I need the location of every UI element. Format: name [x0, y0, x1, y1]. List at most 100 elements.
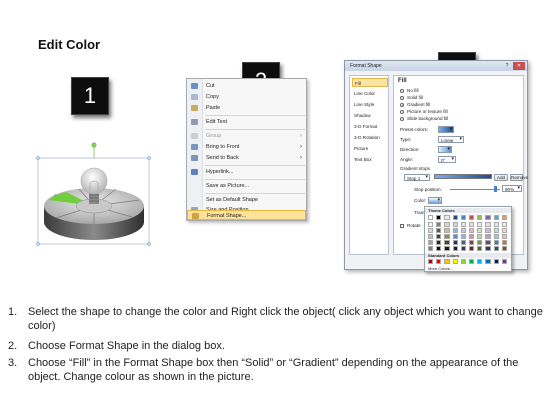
color-swatch[interactable] — [501, 246, 507, 252]
color-swatch[interactable] — [493, 259, 499, 265]
menu-item-group[interactable]: Group › — [187, 131, 306, 141]
color-swatch[interactable] — [436, 246, 442, 252]
color-swatch[interactable] — [501, 234, 507, 240]
stop-position-slider[interactable] — [450, 189, 500, 190]
color-swatch[interactable] — [485, 222, 491, 228]
color-swatch[interactable] — [428, 259, 434, 265]
nav-3d-format[interactable]: 3-D Format — [352, 122, 388, 131]
color-swatch[interactable] — [452, 215, 458, 221]
color-swatch[interactable] — [452, 222, 458, 228]
color-swatch[interactable] — [460, 222, 466, 228]
color-swatch[interactable] — [485, 246, 491, 252]
color-swatch[interactable] — [444, 222, 450, 228]
close-icon[interactable]: ✕ — [513, 62, 525, 70]
nav-3d-rotation[interactable]: 3-D Rotation — [352, 133, 388, 142]
help-icon[interactable]: ? — [503, 62, 511, 70]
color-swatch[interactable] — [460, 246, 466, 252]
type-dropdown[interactable]: Linear — [438, 136, 464, 143]
color-swatch[interactable] — [477, 246, 483, 252]
color-swatch[interactable] — [460, 259, 466, 265]
color-swatch[interactable] — [477, 215, 483, 221]
color-swatch[interactable] — [452, 259, 458, 265]
nav-fill[interactable]: Fill — [352, 78, 388, 87]
color-swatch[interactable] — [436, 222, 442, 228]
color-swatch[interactable] — [460, 228, 466, 234]
radio-slide-background-fill[interactable] — [400, 117, 404, 121]
color-swatch[interactable] — [436, 215, 442, 221]
color-swatch[interactable] — [493, 228, 499, 234]
color-swatch[interactable] — [485, 215, 491, 221]
color-swatch[interactable] — [485, 259, 491, 265]
color-swatch[interactable] — [493, 240, 499, 246]
radio-picture-fill[interactable] — [400, 110, 404, 114]
nav-line-style[interactable]: Line Style — [352, 100, 388, 109]
nav-shadow[interactable]: Shadow — [352, 111, 388, 120]
color-swatch[interactable] — [452, 228, 458, 234]
color-swatch[interactable] — [501, 228, 507, 234]
menu-item-copy[interactable]: Copy — [187, 92, 306, 102]
radio-solid-fill[interactable] — [400, 96, 404, 100]
color-swatch[interactable] — [444, 246, 450, 252]
color-swatch[interactable] — [444, 228, 450, 234]
color-swatch[interactable] — [501, 215, 507, 221]
remove-stop-button[interactable]: Remove — [510, 174, 528, 181]
gradient-stops-bar[interactable] — [434, 174, 492, 179]
radio-no-fill[interactable] — [400, 89, 404, 93]
color-swatch[interactable] — [444, 215, 450, 221]
angle-spinner[interactable]: 0° — [438, 156, 456, 163]
color-swatch[interactable] — [493, 215, 499, 221]
color-swatch[interactable] — [428, 240, 434, 246]
radio-gradient-fill[interactable] — [400, 103, 404, 107]
color-swatch[interactable] — [493, 234, 499, 240]
color-swatch[interactable] — [444, 259, 450, 265]
stop-position-spinner[interactable]: 90% — [502, 185, 522, 192]
color-swatch[interactable] — [428, 246, 434, 252]
color-swatch[interactable] — [436, 240, 442, 246]
color-swatch[interactable] — [469, 259, 475, 265]
stop-dropdown[interactable]: Stop 1 — [404, 174, 430, 181]
color-swatch[interactable] — [477, 222, 483, 228]
menu-item-format-shape[interactable]: Format Shape... — [187, 210, 306, 220]
color-swatch[interactable] — [477, 240, 483, 246]
menu-item-bring-to-front[interactable]: Bring to Front › — [187, 142, 306, 152]
add-stop-button[interactable]: Add — [494, 174, 508, 181]
menu-item-edit-text[interactable]: Edit Text — [187, 117, 306, 127]
menu-item-save-as-picture[interactable]: Save as Picture... — [187, 181, 306, 191]
color-swatch[interactable] — [485, 228, 491, 234]
rotate-checkbox[interactable] — [400, 224, 404, 228]
color-swatch[interactable] — [501, 240, 507, 246]
menu-item-paste[interactable]: Paste — [187, 103, 306, 113]
menu-item-hyperlink[interactable]: Hyperlink... — [187, 167, 306, 177]
color-swatch[interactable] — [477, 228, 483, 234]
nav-picture[interactable]: Picture — [352, 144, 388, 153]
color-swatch[interactable] — [501, 222, 507, 228]
stop-position-thumb[interactable] — [494, 186, 497, 192]
color-swatch[interactable] — [501, 259, 507, 265]
color-swatch[interactable] — [469, 222, 475, 228]
color-swatch[interactable] — [493, 246, 499, 252]
preset-colors-dropdown[interactable] — [438, 126, 454, 133]
color-swatch[interactable] — [477, 234, 483, 240]
more-colors-link[interactable]: More Colors... — [428, 266, 453, 271]
color-swatch[interactable] — [452, 234, 458, 240]
color-swatch[interactable] — [460, 240, 466, 246]
color-swatch[interactable] — [436, 228, 442, 234]
color-swatch[interactable] — [485, 240, 491, 246]
direction-dropdown[interactable] — [438, 146, 452, 153]
menu-item-set-as-default-shape[interactable]: Set as Default Shape — [187, 195, 306, 205]
color-swatch[interactable] — [444, 240, 450, 246]
nav-text-box[interactable]: Text Box — [352, 155, 388, 164]
color-dropdown[interactable] — [428, 197, 442, 204]
color-swatch[interactable] — [469, 215, 475, 221]
color-swatch[interactable] — [428, 215, 434, 221]
color-swatch[interactable] — [485, 234, 491, 240]
color-swatch[interactable] — [436, 234, 442, 240]
color-swatch[interactable] — [428, 228, 434, 234]
color-swatch[interactable] — [444, 234, 450, 240]
color-swatch[interactable] — [460, 234, 466, 240]
color-swatch[interactable] — [436, 259, 442, 265]
color-swatch[interactable] — [428, 234, 434, 240]
dialog-titlebar[interactable]: Format Shape ? ✕ — [345, 61, 527, 71]
color-swatch[interactable] — [452, 246, 458, 252]
menu-item-send-to-back[interactable]: Send to Back › — [187, 153, 306, 163]
